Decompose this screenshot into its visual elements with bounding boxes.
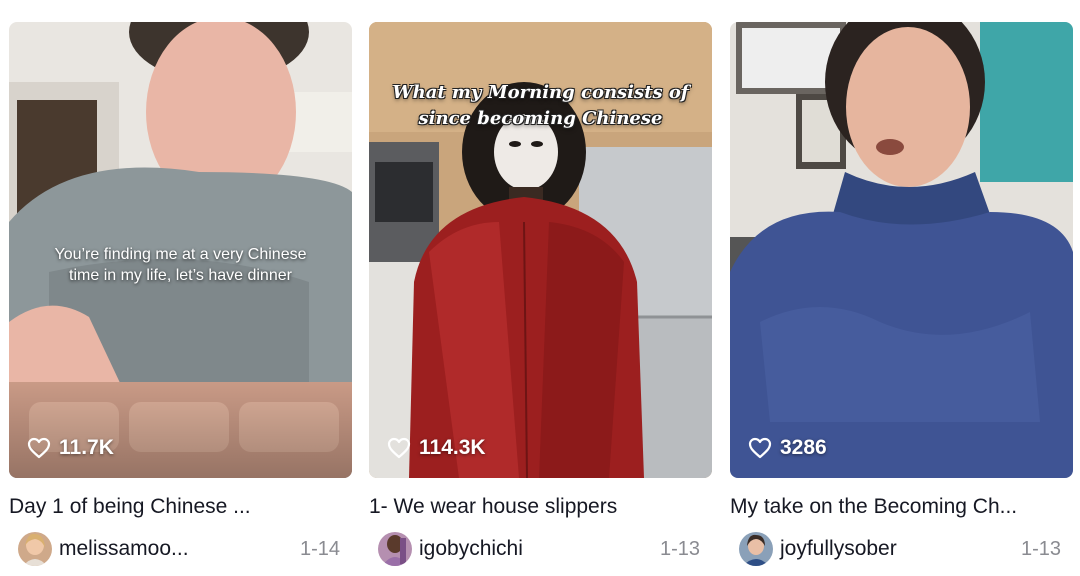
author-username[interactable]: joyfullysober	[780, 537, 897, 561]
like-count: 114.3K	[387, 436, 486, 460]
video-author-row: igobychichi 1-13	[369, 531, 712, 567]
like-count-value: 114.3K	[419, 436, 486, 459]
author-username[interactable]: melissamoo...	[59, 537, 189, 561]
video-overlay-caption: You’re finding me at a very Chinese time…	[54, 246, 307, 284]
heart-outline-icon	[748, 437, 772, 459]
video-author-row: joyfullysober 1-13	[730, 531, 1073, 567]
video-preview-image	[730, 22, 1073, 478]
video-thumbnail[interactable]: You’re finding me at a very Chinese time…	[9, 22, 352, 478]
video-thumbnail[interactable]: 3286	[730, 22, 1073, 478]
like-count: 3286	[748, 436, 827, 460]
author-username[interactable]: igobychichi	[419, 537, 523, 561]
like-count-value: 3286	[780, 436, 827, 459]
author-avatar[interactable]	[378, 532, 412, 566]
author-avatar[interactable]	[18, 532, 52, 566]
heart-outline-icon	[27, 437, 51, 459]
like-count-value: 11.7K	[59, 436, 114, 459]
post-date: 1-14	[299, 537, 340, 560]
video-title[interactable]: My take on the Becoming Ch...	[730, 493, 1073, 521]
like-count: 11.7K	[27, 436, 114, 460]
heart-outline-icon	[387, 437, 411, 459]
video-overlay-caption: What my Morning consists of since becomi…	[392, 82, 689, 129]
video-title[interactable]: Day 1 of being Chinese ...	[9, 493, 352, 521]
post-date: 1-13	[659, 537, 700, 560]
video-grid: You’re finding me at a very Chinese time…	[0, 0, 1080, 576]
video-thumbnail[interactable]: What my Morning consists of since becomi…	[369, 22, 712, 478]
post-date: 1-13	[1020, 537, 1061, 560]
video-card: 3286 My take on the Becoming Ch... joyfu…	[730, 22, 1073, 567]
video-card: You’re finding me at a very Chinese time…	[9, 22, 352, 567]
video-title[interactable]: 1- We wear house slippers	[369, 493, 712, 521]
video-card: What my Morning consists of since becomi…	[369, 22, 712, 567]
video-author-row: melissamoo... 1-14	[9, 531, 352, 567]
author-avatar[interactable]	[739, 532, 773, 566]
